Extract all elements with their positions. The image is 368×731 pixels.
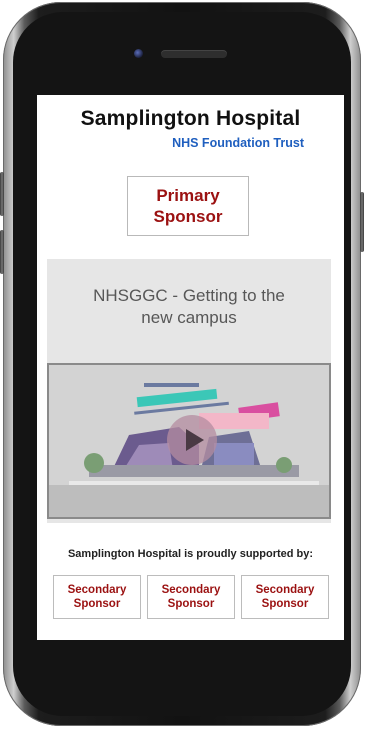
stage: Samplington Hospital NHS Foundation Trus… [0, 0, 368, 731]
supported-by-text: Samplington Hospital is proudly supporte… [67, 548, 314, 560]
video-card[interactable]: NHSGGC - Getting to the new campus [47, 259, 331, 523]
secondary-sponsor-button-3[interactable]: Secondary Sponsor [241, 575, 329, 619]
hospital-name: Samplington Hospital [80, 107, 301, 130]
video-title: NHSGGC - Getting to the new campus [93, 286, 285, 327]
play-icon [185, 429, 204, 451]
front-camera-icon [134, 49, 143, 58]
primary-sponsor-button[interactable]: Primary Sponsor [127, 176, 249, 236]
power-button [360, 192, 364, 252]
play-button[interactable] [167, 415, 217, 465]
video-thumbnail[interactable] [47, 363, 331, 519]
earpiece-speaker [161, 50, 227, 58]
phone-screen: Samplington Hospital NHS Foundation Trus… [37, 95, 344, 640]
volume-down-button [0, 230, 4, 274]
secondary-sponsor-button-2[interactable]: Secondary Sponsor [147, 575, 235, 619]
volume-up-button [0, 172, 4, 216]
secondary-sponsors: Secondary Sponsor Secondary Sponsor Seco… [53, 575, 333, 619]
secondary-sponsor-button-1[interactable]: Secondary Sponsor [53, 575, 141, 619]
hospital-trust: NHS Foundation Trust [172, 136, 304, 150]
